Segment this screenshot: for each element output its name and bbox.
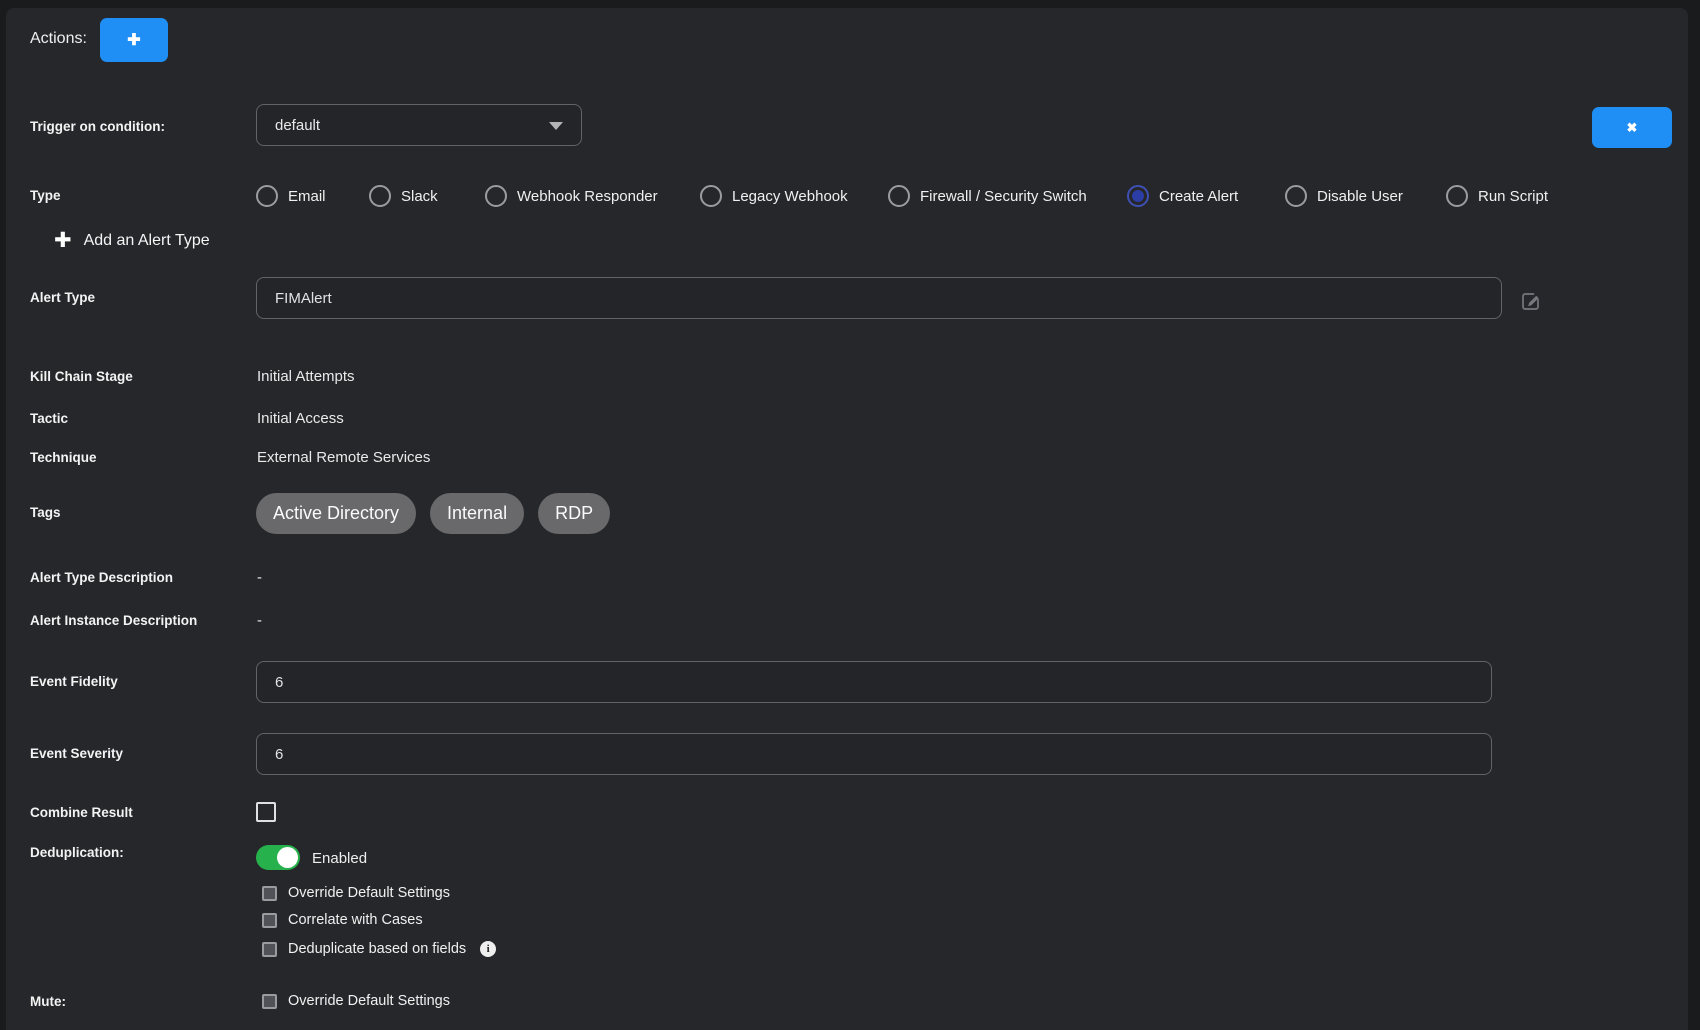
tactic-value: Initial Access bbox=[257, 410, 344, 427]
alert-action-config-screen: Actions: ✚ Trigger on condition: default… bbox=[0, 0, 1700, 1030]
event-severity-label: Event Severity bbox=[30, 746, 123, 761]
remove-action-button[interactable]: ✖ bbox=[1592, 107, 1672, 148]
plus-icon: ✚ bbox=[54, 228, 72, 254]
kill-chain-stage-value: Initial Attempts bbox=[257, 368, 355, 385]
chevron-down-icon bbox=[549, 122, 563, 130]
type-radio-email[interactable]: Email bbox=[256, 185, 326, 207]
alert-instance-description-value: - bbox=[257, 612, 262, 629]
alert-instance-description-label: Alert Instance Description bbox=[30, 613, 197, 628]
checkbox-icon[interactable] bbox=[262, 913, 277, 928]
tags-label: Tags bbox=[30, 505, 61, 520]
radio-label: Slack bbox=[401, 188, 438, 205]
info-icon[interactable]: i bbox=[480, 941, 496, 957]
dedup-based-on-fields-row[interactable]: Deduplicate based on fields i bbox=[262, 941, 496, 957]
checkbox-icon[interactable] bbox=[262, 942, 277, 957]
radio-selected-icon bbox=[1127, 185, 1149, 207]
type-radio-webhook-responder[interactable]: Webhook Responder bbox=[485, 185, 658, 207]
radio-label: Firewall / Security Switch bbox=[920, 188, 1087, 205]
deduplication-toggle-state: Enabled bbox=[312, 850, 367, 867]
mute-label: Mute: bbox=[30, 994, 66, 1009]
tags-list: Active Directory Internal RDP bbox=[256, 493, 610, 534]
radio-label: Legacy Webhook bbox=[732, 188, 848, 205]
technique-label: Technique bbox=[30, 450, 97, 465]
tactic-label: Tactic bbox=[30, 411, 68, 426]
toggle-knob-icon bbox=[277, 847, 298, 868]
trigger-condition-label: Trigger on condition: bbox=[30, 119, 165, 134]
event-severity-input[interactable] bbox=[256, 733, 1492, 775]
type-radio-slack[interactable]: Slack bbox=[369, 185, 438, 207]
alert-type-input[interactable] bbox=[256, 277, 1502, 319]
radio-icon bbox=[700, 185, 722, 207]
radio-icon bbox=[485, 185, 507, 207]
radio-icon bbox=[1446, 185, 1468, 207]
add-action-button[interactable]: ✚ bbox=[100, 18, 168, 62]
tag-pill[interactable]: Active Directory bbox=[256, 493, 416, 534]
radio-label: Run Script bbox=[1478, 188, 1548, 205]
deduplication-toggle[interactable] bbox=[256, 845, 300, 870]
kill-chain-stage-label: Kill Chain Stage bbox=[30, 369, 133, 384]
radio-label: Webhook Responder bbox=[517, 188, 658, 205]
combine-result-checkbox[interactable] bbox=[256, 802, 276, 822]
add-alert-type-link[interactable]: ✚ Add an Alert Type bbox=[54, 228, 210, 254]
event-fidelity-label: Event Fidelity bbox=[30, 674, 118, 689]
event-fidelity-input[interactable] bbox=[256, 661, 1492, 703]
checkbox-label: Deduplicate based on fields bbox=[288, 941, 466, 957]
edit-pencil-icon[interactable] bbox=[1520, 290, 1542, 312]
tag-pill[interactable]: Internal bbox=[430, 493, 524, 534]
type-radio-create-alert[interactable]: Create Alert bbox=[1127, 185, 1238, 207]
type-radio-legacy-webhook[interactable]: Legacy Webhook bbox=[700, 185, 848, 207]
type-label: Type bbox=[30, 188, 61, 203]
trigger-condition-select[interactable]: default bbox=[256, 104, 582, 146]
radio-icon bbox=[256, 185, 278, 207]
radio-icon bbox=[1285, 185, 1307, 207]
alert-type-label: Alert Type bbox=[30, 290, 95, 305]
type-radio-run-script[interactable]: Run Script bbox=[1446, 185, 1548, 207]
checkbox-label: Override Default Settings bbox=[288, 885, 450, 901]
actions-label: Actions: bbox=[30, 30, 87, 48]
add-alert-type-label: Add an Alert Type bbox=[84, 232, 210, 250]
checkbox-icon[interactable] bbox=[262, 886, 277, 901]
type-radio-firewall-security-switch[interactable]: Firewall / Security Switch bbox=[888, 185, 1087, 207]
combine-result-label: Combine Result bbox=[30, 805, 133, 820]
radio-icon bbox=[888, 185, 910, 207]
checkbox-icon[interactable] bbox=[262, 994, 277, 1009]
technique-value: External Remote Services bbox=[257, 449, 430, 466]
alert-type-description-label: Alert Type Description bbox=[30, 570, 173, 585]
plus-icon: ✚ bbox=[127, 30, 140, 50]
alert-type-description-value: - bbox=[257, 569, 262, 586]
trigger-condition-value: default bbox=[275, 117, 320, 134]
radio-icon bbox=[369, 185, 391, 207]
radio-label: Email bbox=[288, 188, 326, 205]
close-icon: ✖ bbox=[1627, 120, 1638, 136]
mute-override-default-settings-row[interactable]: Override Default Settings bbox=[262, 993, 450, 1009]
radio-label: Create Alert bbox=[1159, 188, 1238, 205]
checkbox-label: Correlate with Cases bbox=[288, 912, 423, 928]
dedup-override-default-settings-row[interactable]: Override Default Settings bbox=[262, 885, 450, 901]
type-radio-disable-user[interactable]: Disable User bbox=[1285, 185, 1403, 207]
radio-label: Disable User bbox=[1317, 188, 1403, 205]
deduplication-label: Deduplication: bbox=[30, 845, 124, 860]
tag-pill[interactable]: RDP bbox=[538, 493, 610, 534]
dedup-correlate-with-cases-row[interactable]: Correlate with Cases bbox=[262, 912, 423, 928]
checkbox-label: Override Default Settings bbox=[288, 993, 450, 1009]
